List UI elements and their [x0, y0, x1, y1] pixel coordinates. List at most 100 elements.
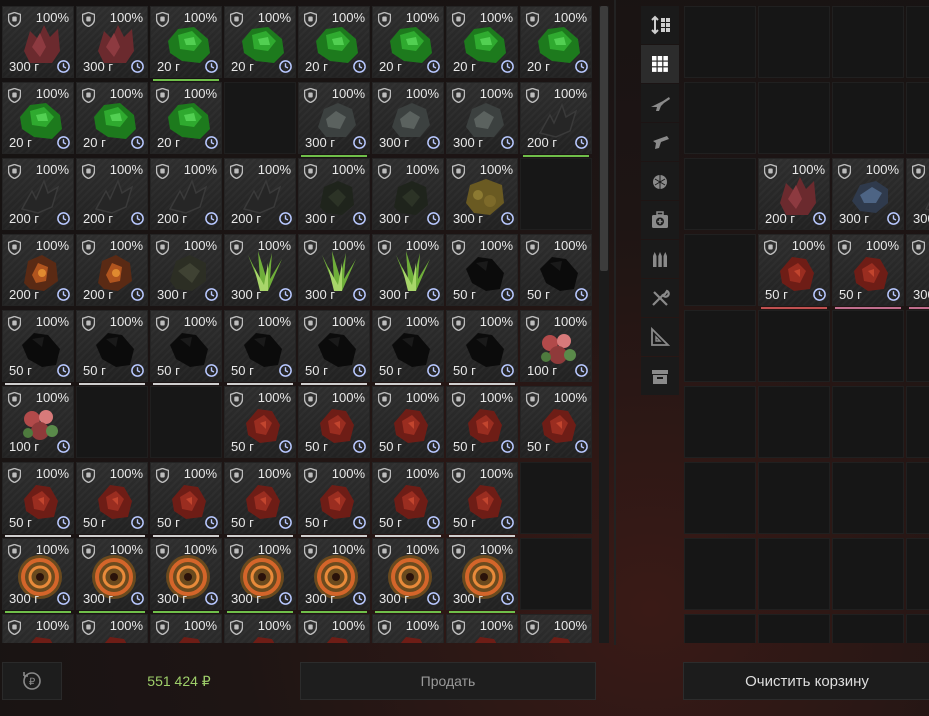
inventory-item-slot[interactable]: 100% 300 г	[372, 82, 444, 154]
inventory-item[interactable]: 100% 300 г	[373, 539, 443, 609]
inventory-item-slot[interactable]: 100% 50 г	[150, 310, 222, 385]
inventory-item-slot[interactable]: 100% 50 г	[298, 386, 370, 458]
category-pistol-button[interactable]	[641, 123, 679, 161]
cart-empty-slot[interactable]	[684, 310, 756, 382]
inventory-item-slot[interactable]: 100% 300 г	[224, 538, 296, 613]
cart-empty-slot[interactable]	[758, 538, 830, 610]
inventory-item-slot[interactable]: 100% 200 г	[224, 158, 296, 230]
inventory-item[interactable]: 100% 50 г	[447, 311, 517, 381]
cart-empty-slot[interactable]	[758, 614, 830, 643]
inventory-item-slot[interactable]: 100% 20 г	[224, 6, 296, 78]
cart-item-slot[interactable]: 100% 50 г	[832, 234, 904, 309]
inventory-item[interactable]: 100%	[3, 615, 73, 643]
inventory-item-slot[interactable]: 100% 50 г	[150, 462, 222, 537]
cart-empty-slot[interactable]	[832, 538, 904, 610]
inventory-item[interactable]: 100% 20 г	[77, 83, 147, 153]
inventory-item-slot[interactable]: 100% 20 г	[76, 82, 148, 154]
inventory-item[interactable]: 100% 200 г	[521, 83, 591, 153]
category-ammo-button[interactable]	[641, 240, 679, 278]
cart-item-slot[interactable]: 100% 50 г	[758, 234, 830, 309]
inventory-item[interactable]: 100% 300 г	[299, 235, 369, 305]
inventory-item-slot[interactable]: 100% 50 г	[298, 462, 370, 537]
category-blueprint-button[interactable]	[641, 318, 679, 356]
inventory-item-slot[interactable]: 100% 50 г	[76, 310, 148, 385]
inventory-item[interactable]: 100% 100 г	[521, 311, 591, 381]
inventory-item[interactable]: 100% 50 г	[299, 463, 369, 533]
inventory-item-slot[interactable]: 100% 50 г	[298, 310, 370, 385]
inventory-item-slot[interactable]: 100% 300 г	[372, 234, 444, 306]
inventory-item-slot[interactable]: 100% 300 г	[76, 538, 148, 613]
inventory-item-slot[interactable]: 100% 20 г	[446, 6, 518, 78]
cart-item[interactable]: 100% 200 г	[759, 159, 829, 229]
inventory-item-slot[interactable]: 100%	[446, 614, 518, 643]
inventory-empty-slot[interactable]	[520, 158, 592, 230]
inventory-item[interactable]: 100% 300 г	[299, 539, 369, 609]
cart-item-slot[interactable]: 100% 200 г	[758, 158, 830, 230]
inventory-item[interactable]: 100% 50 г	[225, 463, 295, 533]
inventory-item-slot[interactable]: 100% 200 г	[520, 82, 592, 157]
cart-empty-slot[interactable]	[906, 310, 929, 382]
cart-empty-slot[interactable]	[758, 310, 830, 382]
cart-empty-slot[interactable]	[684, 158, 756, 230]
inventory-item[interactable]: 100%	[151, 615, 221, 643]
inventory-item-slot[interactable]: 100% 50 г	[224, 310, 296, 385]
inventory-item-slot[interactable]: 100% 200 г	[150, 158, 222, 230]
inventory-item-slot[interactable]: 100% 300 г	[2, 538, 74, 613]
inventory-item[interactable]: 100% 20 г	[299, 7, 369, 77]
inventory-item[interactable]: 100% 100 г	[3, 387, 73, 457]
inventory-item[interactable]: 100% 300 г	[447, 539, 517, 609]
inventory-item[interactable]: 100% 50 г	[521, 235, 591, 305]
cart-empty-slot[interactable]	[906, 538, 929, 610]
inventory-item[interactable]: 100% 50 г	[447, 463, 517, 533]
cart-empty-slot[interactable]	[832, 82, 904, 154]
inventory-item[interactable]: 100%	[373, 615, 443, 643]
inventory-item-slot[interactable]: 100% 300 г	[150, 234, 222, 306]
inventory-item[interactable]: 100% 200 г	[3, 235, 73, 305]
inventory-item[interactable]: 100% 300 г	[3, 539, 73, 609]
cart-empty-slot[interactable]	[832, 310, 904, 382]
cart-item-slot[interactable]: 100% 300 г	[832, 158, 904, 230]
cart-empty-slot[interactable]	[684, 82, 756, 154]
inventory-item[interactable]: 100% 20 г	[151, 83, 221, 153]
inventory-item-slot[interactable]: 100% 50 г	[446, 234, 518, 306]
cart-empty-slot[interactable]	[684, 6, 756, 78]
clear-cart-button[interactable]: Очистить корзину	[683, 662, 929, 700]
inventory-item-slot[interactable]: 100% 300 г	[150, 538, 222, 613]
inventory-empty-slot[interactable]	[150, 386, 222, 458]
inventory-item[interactable]: 100% 50 г	[225, 387, 295, 457]
inventory-item-slot[interactable]: 100%	[298, 614, 370, 643]
inventory-item[interactable]: 100% 50 г	[3, 463, 73, 533]
inventory-item-slot[interactable]: 100% 50 г	[76, 462, 148, 537]
inventory-item-slot[interactable]: 100% 300 г	[224, 234, 296, 306]
inventory-item-slot[interactable]: 100% 20 г	[150, 6, 222, 81]
inventory-item[interactable]: 100% 300 г	[299, 83, 369, 153]
inventory-item[interactable]: 100% 50 г	[77, 463, 147, 533]
inventory-item-slot[interactable]: 100% 300 г	[372, 158, 444, 230]
inventory-item-slot[interactable]: 100% 50 г	[520, 234, 592, 306]
cart-empty-slot[interactable]	[906, 82, 929, 154]
cart-item[interactable]: 100% 300 г	[833, 159, 903, 229]
inventory-item-slot[interactable]: 100% 20 г	[520, 6, 592, 78]
inventory-item[interactable]: 100%	[77, 615, 147, 643]
inventory-item[interactable]: 100% 300 г	[225, 235, 295, 305]
inventory-item-slot[interactable]: 100% 300 г	[298, 234, 370, 306]
cart-empty-slot[interactable]	[832, 614, 904, 643]
inventory-item[interactable]: 100% 20 г	[3, 83, 73, 153]
inventory-item-slot[interactable]: 100% 300 г	[372, 538, 444, 613]
inventory-item-slot[interactable]: 100% 200 г	[2, 234, 74, 306]
inventory-item[interactable]: 100% 300 г	[77, 7, 147, 77]
category-box-button[interactable]	[641, 357, 679, 395]
inventory-item-slot[interactable]: 100% 50 г	[224, 462, 296, 537]
inventory-item-slot[interactable]: 100% 20 г	[2, 82, 74, 154]
cart-empty-slot[interactable]	[758, 386, 830, 458]
inventory-item-slot[interactable]: 100% 200 г	[76, 158, 148, 230]
inventory-item-slot[interactable]: 100% 300 г	[298, 158, 370, 230]
inventory-item[interactable]: 100% 50 г	[3, 311, 73, 381]
inventory-item-slot[interactable]: 100% 20 г	[298, 6, 370, 78]
inventory-item-slot[interactable]: 100% 300 г	[298, 82, 370, 157]
inventory-item[interactable]: 100% 300 г	[151, 235, 221, 305]
inventory-scrollbar-thumb[interactable]	[600, 6, 608, 271]
inventory-item-slot[interactable]: 100% 300 г	[446, 538, 518, 613]
cart-empty-slot[interactable]	[832, 6, 904, 78]
inventory-item-slot[interactable]: 100% 50 г	[372, 310, 444, 385]
